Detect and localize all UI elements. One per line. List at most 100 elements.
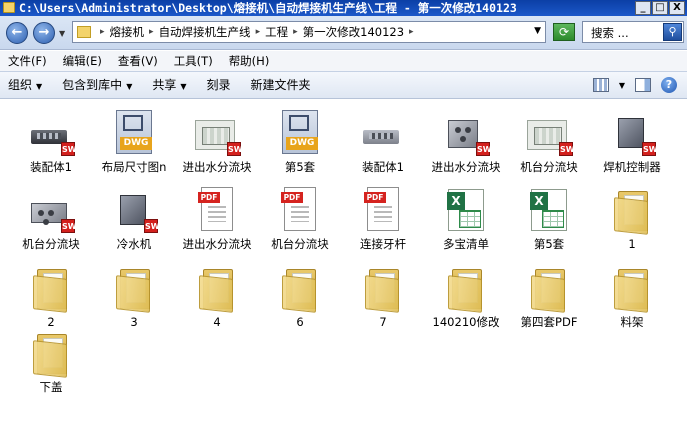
chevron-right-icon[interactable]: ▸ [256,22,261,42]
chevron-down-icon: ▼ [126,82,133,91]
folder-icon [359,265,407,313]
chevron-right-icon[interactable]: ▸ [149,22,154,42]
close-button[interactable]: X [669,1,685,15]
new-folder-button[interactable]: 新建文件夹 [251,72,311,98]
folder-label: 1 [628,237,636,251]
folder-item[interactable]: 料架 [591,265,673,328]
assembly-icon [359,110,407,158]
file-item[interactable]: DWG 第5套 [259,110,341,173]
folder-label: 第四套PDF [520,315,578,329]
organize-button[interactable]: 组织 ▼ [8,72,42,98]
chevron-right-icon[interactable]: ▸ [293,22,298,42]
folder-label: 3 [130,315,138,329]
help-icon[interactable]: ? [661,77,677,93]
breadcrumb-item[interactable]: 第一次修改140123 [303,22,404,42]
command-toolbar: 组织 ▼ 包含到库中 ▼ 共享 ▼ 刻录 新建文件夹 ▼ ? [0,71,687,99]
preview-pane-icon[interactable] [635,78,651,92]
pdf-file-icon: PDF [193,187,241,235]
back-button[interactable]: ← [6,22,28,44]
folder-item[interactable]: 140210修改 [425,265,507,328]
folder-icon [442,265,490,313]
folder-label: 6 [296,315,304,329]
menu-file[interactable]: 文件(F) [8,51,47,71]
file-item[interactable]: SW 机台分流块 [508,110,590,173]
search-input[interactable]: 搜索 ... ⚲ [582,21,684,43]
file-item[interactable]: X 第5套 [508,187,590,250]
share-button[interactable]: 共享 ▼ [152,72,186,98]
folder-item[interactable]: 2 [10,265,92,328]
toolbar-right: ▼ ? [592,77,677,93]
solidworks-assembly-icon: SW [27,110,77,158]
recent-pages-dropdown-icon[interactable]: ▼ [59,29,65,38]
folder-icon [608,265,656,313]
search-icon[interactable]: ⚲ [663,23,682,41]
folder-item[interactable]: 4 [176,265,258,328]
file-item[interactable]: SW 焊机控制器 [591,110,673,173]
folder-item[interactable]: 7 [342,265,424,328]
folder-item[interactable]: 1 [591,187,673,250]
share-label: 共享 [152,78,177,92]
folder-item[interactable]: 第四套PDF [508,265,590,328]
solidworks-drawing-icon: SW [525,110,575,158]
file-item[interactable]: SW 装配体1 [10,110,92,173]
file-item[interactable]: SW 进出水分流块 [425,110,507,173]
file-label: 第5套 [284,160,316,174]
file-item[interactable]: PDF 进出水分流块 [176,187,258,250]
excel-file-icon: X [525,187,573,235]
menu-bar: 文件(F) 编辑(E) 查看(V) 工具(T) 帮助(H) [0,51,687,71]
breadcrumb-item[interactable]: 熔接机 [110,22,145,42]
burn-button[interactable]: 刻录 [207,72,231,98]
folder-icon [276,265,324,313]
folder-icon [525,265,573,313]
breadcrumb-item[interactable]: 工程 [265,22,288,42]
folder-item[interactable]: 6 [259,265,341,328]
chevron-down-icon[interactable]: ▼ [619,81,625,90]
menu-view[interactable]: 查看(V) [118,51,158,71]
folder-icon [608,187,656,235]
file-label: 多宝清单 [443,237,489,251]
window-controls: _ □ X [635,1,685,15]
minimize-button[interactable]: _ [635,1,651,15]
breadcrumb: ▸ 熔接机 ▸ 自动焊接机生产线 ▸ 工程 ▸ 第一次修改140123 ▸ [95,22,419,42]
chevron-down-icon: ▼ [180,82,187,91]
file-label: 冷水机 [116,237,152,251]
file-item[interactable]: SW 冷水机 [93,187,175,250]
include-label: 包含到库中 [62,78,123,92]
folder-label: 140210修改 [432,315,500,329]
address-bar[interactable]: ▸ 熔接机 ▸ 自动焊接机生产线 ▸ 工程 ▸ 第一次修改140123 ▸ ▼ [72,21,546,43]
forward-button[interactable]: → [33,22,55,44]
file-item[interactable]: 装配体1 [342,110,424,173]
folder-icon [193,265,241,313]
maximize-button[interactable]: □ [652,1,668,15]
solidworks-part-icon: SW [27,187,77,235]
file-item[interactable]: DWG 布局尺寸图n [93,110,175,173]
include-in-library-button[interactable]: 包含到库中 ▼ [62,72,132,98]
breadcrumb-item[interactable]: 自动焊接机生产线 [159,22,251,42]
file-item[interactable]: SW 机台分流块 [10,187,92,250]
chevron-down-icon[interactable]: ▼ [534,26,541,36]
folder-item[interactable]: 下盖 [10,330,92,393]
file-label: 焊机控制器 [603,160,661,174]
refresh-button[interactable]: ⟳ [553,23,575,41]
file-label: 机台分流块 [271,237,329,251]
file-label: 机台分流块 [22,237,80,251]
file-item[interactable]: X 多宝清单 [425,187,507,250]
chevron-down-icon: ▼ [36,82,43,91]
chevron-right-icon[interactable]: ▸ [409,22,414,42]
dwg-file-icon: DWG [110,110,158,158]
file-item[interactable]: SW 进出水分流块 [176,110,258,173]
folder-item[interactable]: 3 [93,265,175,328]
file-label: 进出水分流块 [182,237,252,251]
menu-edit[interactable]: 编辑(E) [63,51,102,71]
chevron-right-icon[interactable]: ▸ [100,22,105,42]
file-item[interactable]: PDF 机台分流块 [259,187,341,250]
title-bar: C:\Users\Administrator\Desktop\熔接机\自动焊接机… [0,0,687,16]
folder-label: 4 [213,315,221,329]
menu-help[interactable]: 帮助(H) [229,51,270,71]
menu-tools[interactable]: 工具(T) [174,51,213,71]
file-item[interactable]: PDF 连接牙杆 [342,187,424,250]
change-view-icon[interactable] [592,78,609,92]
file-label: 机台分流块 [520,160,578,174]
folder-icon [110,265,158,313]
pdf-file-icon: PDF [276,187,324,235]
